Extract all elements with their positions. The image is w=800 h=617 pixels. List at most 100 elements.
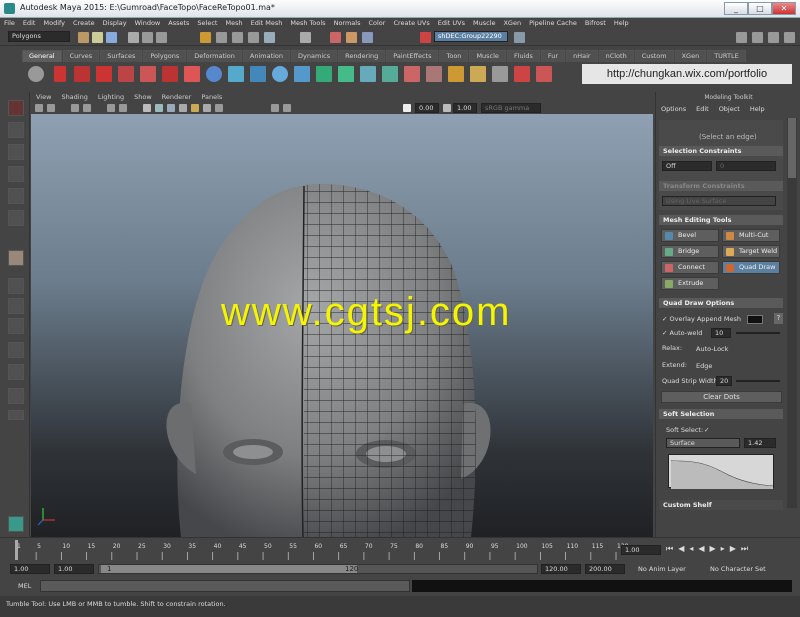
outliner-layout-icon[interactable] — [8, 388, 24, 404]
time-ruler[interactable]: 1 5 10 15 20 25 30 35 40 45 50 55 60 65 70 75 80 85 90 95 10… — [10, 538, 630, 562]
single-perspective-layout-icon[interactable] — [8, 278, 24, 294]
shelf-tab-dynamics[interactable]: Dynamics — [291, 50, 338, 62]
selection-constraint-value[interactable]: 0 — [716, 161, 776, 171]
start-time-field[interactable]: 1.00 — [10, 564, 50, 574]
snap-point-icon[interactable] — [232, 32, 243, 43]
menu-create[interactable]: Create — [69, 18, 99, 29]
overlay-color-swatch[interactable] — [747, 315, 763, 324]
select-by-hierarchy-icon[interactable] — [128, 32, 139, 43]
smooth-shade-icon[interactable] — [155, 104, 163, 112]
help-question-icon[interactable] — [54, 66, 66, 82]
playback-controls[interactable]: ⏮◀◂◀▶▸▶⏭ — [666, 544, 796, 556]
render-settings-icon[interactable] — [362, 32, 373, 43]
selection-constraint-dropdown[interactable]: Off — [662, 161, 712, 171]
shadows-icon[interactable] — [203, 104, 211, 112]
select-by-component-icon[interactable] — [156, 32, 167, 43]
xray-joints-icon[interactable] — [283, 104, 291, 112]
move-tool-icon[interactable] — [8, 166, 24, 182]
wireframe-on-shaded-icon[interactable] — [167, 104, 175, 112]
toolkit-menu-object[interactable]: Object — [714, 103, 745, 115]
shelf-tab-surfaces[interactable]: Surfaces — [100, 50, 143, 62]
resolution-gate-icon[interactable] — [119, 104, 127, 112]
bevel-icon[interactable] — [426, 66, 442, 82]
image-plane-icon[interactable] — [71, 104, 79, 112]
nurbs-cube-icon[interactable] — [228, 66, 244, 82]
menu-mesh-tools[interactable]: Mesh Tools — [286, 18, 329, 29]
poly-plane-icon[interactable] — [338, 66, 354, 82]
shelf-tab-polygons[interactable]: Polygons — [143, 50, 187, 62]
sculpt-icon[interactable] — [470, 66, 486, 82]
auto-weld-slider[interactable] — [736, 332, 780, 334]
snap-view-icon[interactable] — [248, 32, 259, 43]
help-button[interactable]: ? — [774, 313, 783, 324]
end-time-field[interactable]: 200.00 — [585, 564, 625, 574]
extrude-button[interactable]: Extrude — [661, 277, 719, 290]
menu-edit-uvs[interactable]: Edit UVs — [434, 18, 469, 29]
selection-constraints-header[interactable]: Selection Constraints — [659, 146, 783, 156]
quad-draw-options-header[interactable]: Quad Draw Options — [659, 298, 783, 308]
shelf-tab-toon[interactable]: Toon — [439, 50, 469, 62]
soft-selection-header[interactable]: Soft Selection — [659, 409, 783, 419]
mel-label[interactable]: MEL — [18, 582, 31, 590]
auto-weld-checkbox[interactable]: ✓ Auto-weld — [662, 329, 702, 337]
xray-icon[interactable] — [215, 104, 223, 112]
ep-curve-icon[interactable] — [96, 66, 112, 82]
combine-icon[interactable] — [360, 66, 376, 82]
shelf-tab-custom[interactable]: Custom — [634, 50, 674, 62]
quad-draw-button[interactable]: Quad Draw — [722, 261, 780, 274]
shelf-tab-ncloth[interactable]: nCloth — [598, 50, 634, 62]
toolkit-scrollbar[interactable] — [787, 118, 797, 508]
render-icon[interactable] — [536, 66, 552, 82]
menu-mesh[interactable]: Mesh — [221, 18, 246, 29]
transform-constraints-header[interactable]: Transform Constraints — [659, 181, 783, 191]
menu-muscle[interactable]: Muscle — [469, 18, 500, 29]
maximize-button[interactable]: □ — [748, 2, 772, 15]
revolve-icon[interactable] — [162, 66, 178, 82]
multi-cut-button[interactable]: Multi-Cut — [722, 229, 780, 242]
gamma-field[interactable]: 1.00 — [453, 103, 477, 113]
range-start-field[interactable]: 1.00 — [54, 564, 94, 574]
menu-help[interactable]: Help — [610, 18, 633, 29]
anim-layer-dropdown[interactable]: No Anim Layer — [638, 565, 686, 573]
time-slider[interactable]: 1 5 10 15 20 25 30 35 40 45 50 55 60 65 70 75 80 85 90 95 10… — [0, 537, 800, 561]
textured-icon[interactable] — [179, 104, 187, 112]
show-attribute-editor-icon[interactable] — [752, 32, 763, 43]
last-tool-icon[interactable] — [8, 250, 24, 266]
render-current-icon[interactable] — [330, 32, 341, 43]
current-time-marker[interactable] — [15, 540, 18, 560]
ipr-render-icon[interactable] — [346, 32, 357, 43]
shelf-tab-animation[interactable]: Animation — [242, 50, 291, 62]
menu-window[interactable]: Window — [131, 18, 165, 29]
live-object-field[interactable]: shDEC:Group22290 — [434, 31, 508, 42]
menu-select[interactable]: Select — [193, 18, 221, 29]
snap-grid-icon[interactable] — [200, 32, 211, 43]
menu-file[interactable]: File — [0, 18, 19, 29]
menu-edit[interactable]: Edit — [19, 18, 40, 29]
four-view-layout-icon[interactable] — [8, 298, 24, 314]
toolkit-menu-edit[interactable]: Edit — [691, 103, 714, 115]
grid-toggle-icon[interactable] — [83, 104, 91, 112]
menu-pipeline-cache[interactable]: Pipeline Cache — [525, 18, 581, 29]
menu-create-uvs[interactable]: Create UVs — [389, 18, 433, 29]
falloff-mode-dropdown[interactable]: Surface — [666, 438, 740, 448]
torus-icon[interactable] — [514, 66, 530, 82]
cv-curve-icon[interactable] — [74, 66, 90, 82]
open-scene-icon[interactable] — [92, 32, 103, 43]
live-surface-icon[interactable] — [420, 32, 431, 43]
shelf-tab-rendering[interactable]: Rendering — [338, 50, 386, 62]
nurbs-sphere-icon[interactable] — [206, 66, 222, 82]
connect-button[interactable]: Connect — [661, 261, 719, 274]
character-set-dropdown[interactable]: No Character Set — [710, 565, 766, 573]
snap-curve-icon[interactable] — [216, 32, 227, 43]
shelf-tab-turtle[interactable]: TURTLE — [707, 50, 746, 62]
mesh-editing-tools-header[interactable]: Mesh Editing Tools — [659, 215, 783, 225]
use-all-lights-icon[interactable] — [191, 104, 199, 112]
range-bar[interactable]: 1 120 — [98, 564, 538, 574]
close-button[interactable]: ✕ — [772, 2, 796, 15]
bevel-button[interactable]: Bevel — [661, 229, 719, 242]
shelf-tab-muscle[interactable]: Muscle — [469, 50, 506, 62]
bridge-button[interactable]: Bridge — [661, 245, 719, 258]
falloff-curve-graph[interactable] — [668, 454, 774, 489]
viewport-menu-view[interactable]: View — [31, 92, 56, 103]
shelf-tab-fur[interactable]: Fur — [540, 50, 566, 62]
